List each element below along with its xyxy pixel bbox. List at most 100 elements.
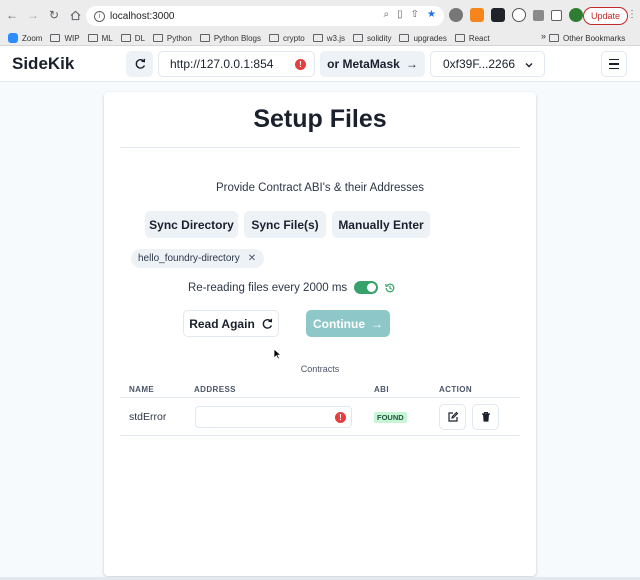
address-bar-url: localhost:3000	[110, 10, 175, 22]
extension-icon[interactable]	[449, 8, 463, 22]
folder-icon	[152, 34, 163, 42]
directory-tag-label: hello_foundry-directory	[138, 253, 240, 264]
bookmark-item[interactable]: ML	[87, 33, 113, 43]
back-icon[interactable]: ←	[3, 6, 21, 24]
contract-address-input[interactable]: !	[195, 406, 352, 428]
arrow-right-icon: →	[371, 316, 383, 331]
continue-button[interactable]: Continue →	[306, 310, 390, 337]
bookmark-label: upgrades	[413, 33, 447, 43]
table-row: stdError ! FOUND	[120, 398, 520, 436]
read-again-label: Read Again	[189, 316, 255, 331]
page-icon[interactable]: ▯	[397, 9, 403, 20]
error-icon: !	[295, 59, 306, 70]
other-bookmarks-label: Other Bookmarks	[563, 33, 626, 43]
column-header-name: NAME	[129, 385, 155, 394]
address-bar[interactable]: i localhost:3000 ⌕ ▯ ⇧ ★	[86, 6, 444, 26]
browser-chrome: ← → ↻ i localhost:3000 ⌕ ▯ ⇧ ★ Update ⋮ …	[0, 0, 640, 46]
manually-enter-button[interactable]: Manually Enter	[332, 211, 430, 238]
contract-name: stdError	[129, 411, 167, 423]
forward-icon[interactable]: →	[24, 6, 42, 24]
mouse-cursor-icon	[273, 348, 282, 360]
bookmark-label: ML	[101, 33, 113, 43]
setup-subtitle: Provide Contract ABI's & their Addresses	[215, 182, 425, 194]
bookmark-label: solidity	[367, 33, 392, 43]
more-bookmarks-button[interactable]: »	[541, 31, 546, 41]
bookmark-star-icon[interactable]: ★	[427, 9, 436, 20]
trash-icon	[481, 412, 490, 422]
abi-status-badge: FOUND	[374, 412, 407, 423]
refresh-icon	[262, 318, 272, 329]
bookmark-item[interactable]: Python Blogs	[199, 33, 261, 43]
share-icon[interactable]: ⇧	[411, 9, 419, 20]
account-selector[interactable]: 0xf39F...2266	[430, 51, 545, 77]
update-button[interactable]: Update	[583, 7, 629, 25]
home-icon[interactable]	[66, 6, 84, 24]
folder-icon	[268, 34, 279, 42]
continue-label: Continue	[313, 316, 365, 331]
read-again-button[interactable]: Read Again	[183, 310, 279, 337]
bookmark-item[interactable]: WIP	[50, 33, 80, 43]
column-header-address: ADDRESS	[194, 385, 236, 394]
bookmark-item[interactable]: upgrades	[399, 33, 447, 43]
other-bookmarks-button[interactable]: Other Bookmarks	[549, 30, 625, 46]
arrow-right-icon: →	[405, 57, 418, 71]
reload-icon[interactable]: ↻	[45, 6, 63, 24]
extensions-area	[449, 8, 583, 22]
column-header-action: ACTION	[439, 385, 473, 394]
folder-icon	[399, 34, 410, 42]
bookmark-item[interactable]: solidity	[353, 34, 391, 43]
edit-icon	[447, 411, 458, 422]
bookmark-label: WIP	[64, 33, 80, 43]
folder-icon	[312, 34, 323, 42]
folder-icon	[454, 34, 465, 42]
reread-setting: Re-reading files every 2000 ms	[188, 281, 396, 294]
chevron-down-icon	[525, 63, 533, 68]
zoom-icon[interactable]: ⌕	[384, 9, 390, 20]
bookmark-label: Python Blogs	[213, 33, 261, 43]
setup-card: Setup Files Provide Contract ABI's & the…	[104, 92, 536, 576]
bookmark-item[interactable]: crypto	[268, 33, 305, 43]
history-icon[interactable]	[384, 282, 396, 294]
avatar[interactable]	[569, 8, 583, 22]
rpc-url-value: http://127.0.0.1:854	[170, 57, 274, 71]
sync-directory-button[interactable]: Sync Directory	[145, 211, 238, 238]
delete-button[interactable]	[472, 404, 499, 430]
folder-icon	[353, 34, 363, 42]
hamburger-menu-button[interactable]	[601, 51, 627, 77]
sync-buttons: Sync Directory Sync File(s) Manually Ent…	[145, 211, 430, 238]
extension-icon[interactable]	[512, 8, 526, 22]
edit-button[interactable]	[439, 404, 466, 430]
metamask-fox-icon[interactable]	[470, 8, 484, 22]
divider	[120, 147, 520, 148]
account-address: 0xf39F...2266	[443, 57, 516, 71]
bookmark-item[interactable]: React	[454, 34, 490, 43]
bookmark-label: DL	[134, 33, 145, 43]
folder-icon	[199, 34, 210, 42]
brand-logo[interactable]: SideKik	[12, 54, 74, 74]
metamask-button[interactable]: or MetaMask →	[320, 51, 425, 77]
directory-tag: hello_foundry-directory ✕	[131, 249, 265, 268]
puzzle-icon[interactable]	[533, 10, 544, 21]
rpc-url-input[interactable]: http://127.0.0.1:854 !	[158, 51, 315, 77]
app-navbar: SideKik http://127.0.0.1:854 ! or MetaMa…	[0, 46, 640, 82]
zoom-icon	[8, 33, 18, 43]
bookmark-item[interactable]: Zoom	[8, 33, 42, 43]
side-panel-icon[interactable]	[551, 10, 562, 21]
refresh-button[interactable]	[126, 51, 153, 77]
close-icon[interactable]: ✕	[248, 253, 256, 264]
reread-toggle[interactable]	[354, 281, 379, 294]
error-icon: !	[335, 412, 346, 423]
page-title: Setup Files	[253, 105, 387, 133]
bookmark-item[interactable]: DL	[120, 33, 145, 43]
column-header-abi: ABI	[374, 385, 389, 394]
bookmark-label: w3.js	[326, 33, 345, 43]
site-info-icon[interactable]: i	[94, 10, 105, 22]
bookmark-label: crypto	[282, 33, 305, 43]
folder-icon	[549, 34, 559, 42]
react-devtools-icon[interactable]	[491, 8, 505, 22]
bookmark-item[interactable]: Python	[152, 34, 192, 43]
bookmark-item[interactable]: w3.js	[312, 33, 345, 43]
sync-files-button[interactable]: Sync File(s)	[244, 211, 326, 238]
browser-menu-icon[interactable]: ⋮	[627, 9, 637, 20]
folder-icon	[120, 34, 131, 42]
